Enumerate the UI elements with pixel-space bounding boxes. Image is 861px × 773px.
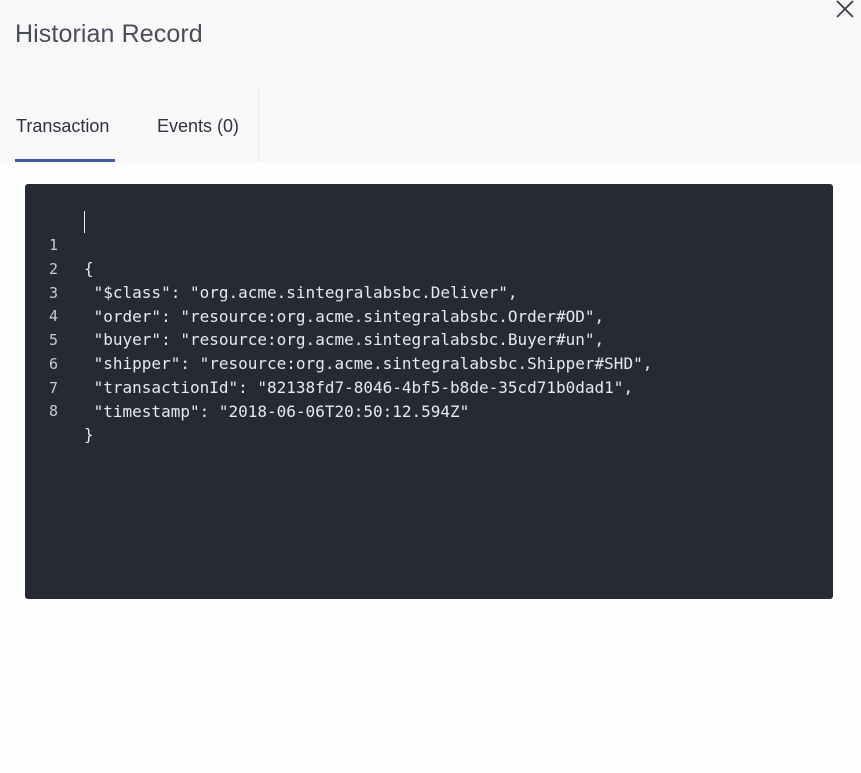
code-line: 6 "transactionId": "82138fd7-8046-4bf5-b… xyxy=(25,328,833,397)
line-text: } xyxy=(84,425,94,444)
tab-events[interactable]: Events (0) xyxy=(157,88,239,164)
close-button[interactable] xyxy=(832,0,858,22)
dialog-header: Historian Record Transaction Events (0) xyxy=(0,0,861,163)
tab-transaction[interactable]: Transaction xyxy=(16,88,115,164)
code-line: 1 { xyxy=(25,209,833,278)
code-editor[interactable]: 1 { 2 "$class": "org.acme.sintegralabsbc… xyxy=(25,184,833,599)
code-line: 8 } xyxy=(25,375,833,444)
active-tab-indicator xyxy=(15,159,115,162)
code-line: 3 "order": "resource:org.acme.sintegrala… xyxy=(25,257,833,326)
code-line: 2 "$class": "org.acme.sintegralabsbc.Del… xyxy=(25,233,833,302)
code-line: 5 "shipper": "resource:org.acme.sintegra… xyxy=(25,304,833,373)
dialog-title: Historian Record xyxy=(15,20,203,48)
code-line: 7 "timestamp": "2018-06-06T20:50:12.594Z… xyxy=(25,352,833,421)
tab-bar: Transaction Events (0) xyxy=(0,88,861,164)
text-cursor xyxy=(84,211,85,233)
line-number: 8 xyxy=(48,402,58,420)
code-line: 4 "buyer": "resource:org.acme.sintegrala… xyxy=(25,280,833,349)
line-text: "timestamp": "2018-06-06T20:50:12.594Z" xyxy=(84,402,470,421)
tab-divider xyxy=(258,88,259,163)
close-icon xyxy=(836,0,854,18)
